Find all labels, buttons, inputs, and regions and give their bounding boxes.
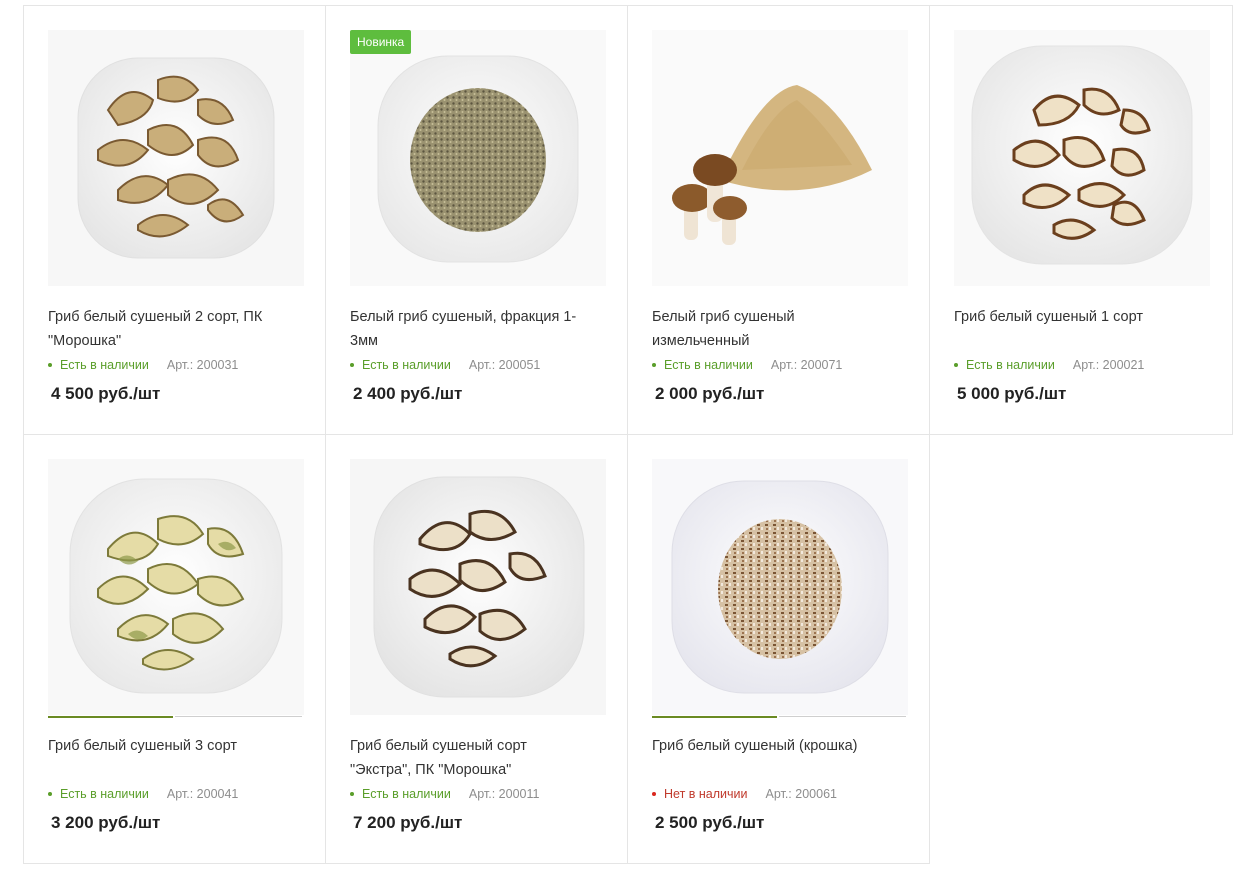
stock-row: Есть в наличии Арт.: 200051 <box>350 357 540 373</box>
stock-status: Есть в наличии <box>362 358 451 372</box>
article-number: Арт.: 200051 <box>468 358 541 372</box>
slider-segment-active[interactable] <box>652 716 777 718</box>
stock-status: Есть в наличии <box>60 358 149 372</box>
stock-indicator-icon <box>652 791 656 796</box>
image-slider-indicator[interactable] <box>652 716 906 718</box>
product-title[interactable]: Белый гриб сушеный измельченный <box>652 305 892 353</box>
product-price: 2 500 руб./шт <box>655 813 765 832</box>
stock-status: Нет в наличии <box>664 787 748 801</box>
product-card[interactable]: Гриб белый сушеный (крошка) Нет в наличи… <box>627 434 930 864</box>
article-number: Арт.: 200031 <box>166 358 239 372</box>
product-price: 2 400 руб./шт <box>353 384 463 403</box>
new-badge: Новинка <box>350 30 412 54</box>
article-number: Арт.: 200041 <box>166 787 239 801</box>
product-price: 5 000 руб./шт <box>957 384 1067 403</box>
stock-indicator-icon <box>652 362 656 367</box>
article-number: Арт.: 200071 <box>770 358 843 372</box>
stock-indicator-icon <box>350 791 354 796</box>
article-number: Арт.: 200011 <box>468 787 540 801</box>
stock-status: Есть в наличии <box>664 358 753 372</box>
article-number: Арт.: 200021 <box>1072 358 1145 372</box>
dried-mushroom-slices-plate-icon[interactable] <box>954 30 1210 286</box>
product-title[interactable]: Гриб белый сушеный (крошка) <box>652 734 892 758</box>
stock-row: Есть в наличии Арт.: 200031 <box>48 357 238 373</box>
product-title[interactable]: Гриб белый сушеный сорт "Экстра", ПК "Мо… <box>350 734 590 782</box>
stock-row: Есть в наличии Арт.: 200041 <box>48 786 238 802</box>
dried-mushroom-slices-plate-icon[interactable] <box>350 459 606 715</box>
product-card[interactable]: Новинка Белый гриб сушеный, фракция 1-3м… <box>325 5 628 435</box>
product-title[interactable]: Гриб белый сушеный 1 сорт <box>954 305 1194 329</box>
stock-indicator-icon <box>350 362 354 367</box>
stock-indicator-icon <box>48 791 52 796</box>
stock-indicator-icon <box>954 362 958 367</box>
stock-indicator-icon <box>48 362 52 367</box>
dried-mushroom-slices-plate-icon[interactable] <box>48 459 304 715</box>
stock-status: Есть в наличии <box>966 358 1055 372</box>
stock-status: Есть в наличии <box>362 787 451 801</box>
mushroom-powder-with-mushrooms-icon[interactable] <box>652 30 908 286</box>
product-card[interactable]: Гриб белый сушеный 3 сорт Есть в наличии… <box>23 434 326 864</box>
product-price: 7 200 руб./шт <box>353 813 463 832</box>
product-card[interactable]: Гриб белый сушеный 1 сорт Есть в наличии… <box>929 5 1233 435</box>
product-price: 3 200 руб./шт <box>51 813 161 832</box>
product-card[interactable]: Гриб белый сушеный сорт "Экстра", ПК "Мо… <box>325 434 628 864</box>
stock-row: Есть в наличии Арт.: 200021 <box>954 357 1144 373</box>
dried-mushroom-slices-plate-icon[interactable] <box>48 30 304 286</box>
stock-row: Есть в наличии Арт.: 200011 <box>350 786 539 802</box>
product-card[interactable]: Гриб белый сушеный 2 сорт, ПК "Морошка" … <box>23 5 326 435</box>
slider-segment[interactable] <box>779 716 906 717</box>
article-number: Арт.: 200061 <box>765 787 837 801</box>
image-slider-indicator[interactable] <box>48 716 302 718</box>
product-price: 4 500 руб./шт <box>51 384 161 403</box>
product-card[interactable]: Белый гриб сушеный измельченный Есть в н… <box>627 5 930 435</box>
product-title[interactable]: Гриб белый сушеный 3 сорт <box>48 734 288 758</box>
product-title[interactable]: Гриб белый сушеный 2 сорт, ПК "Морошка" <box>48 305 288 353</box>
slider-segment[interactable] <box>175 716 302 717</box>
stock-row: Есть в наличии Арт.: 200071 <box>652 357 842 373</box>
stock-status: Есть в наличии <box>60 787 149 801</box>
slider-segment-active[interactable] <box>48 716 173 718</box>
product-price: 2 000 руб./шт <box>655 384 765 403</box>
stock-row: Нет в наличии Арт.: 200061 <box>652 786 837 802</box>
mushroom-crumbs-plate-icon[interactable] <box>652 459 908 715</box>
product-title[interactable]: Белый гриб сушеный, фракция 1-3мм <box>350 305 590 353</box>
mushroom-granules-plate-icon[interactable] <box>350 30 606 286</box>
